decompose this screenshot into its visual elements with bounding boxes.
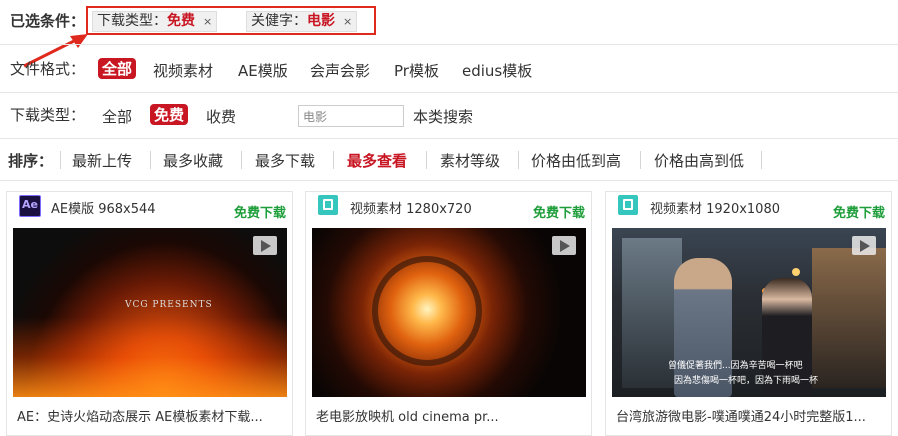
divider <box>0 138 898 139</box>
divider <box>0 44 898 45</box>
play-icon[interactable] <box>253 236 277 255</box>
divider <box>640 151 641 169</box>
chip-key: 关健字： <box>251 13 307 29</box>
format-option-all[interactable]: 全部 <box>98 58 137 79</box>
divider <box>241 151 242 169</box>
thumbnail-caption: VCG PRESENTS <box>125 300 213 310</box>
free-download-link[interactable]: 免费下载 <box>833 202 885 221</box>
material-card[interactable]: Ae AE模版 968x544 免费下载 VCG PRESENTS AE：史诗火… <box>6 191 293 436</box>
sort-most-viewed[interactable]: 最多查看 <box>347 150 407 171</box>
format-option-pr[interactable]: Pr模板 <box>394 60 439 81</box>
card-type-label: AE模版 968x544 <box>51 202 156 217</box>
selected-chips-highlight: 下载类型：免费 × 关健字：电影 × <box>86 6 376 35</box>
material-card[interactable]: 视频素材 1280x720 免费下载 老电影放映机 old cinema pr.… <box>305 191 592 436</box>
divider <box>761 151 762 169</box>
download-option-all[interactable]: 全部 <box>102 106 132 127</box>
chip-remove-icon[interactable]: × <box>203 15 212 28</box>
ae-icon: Ae <box>19 195 41 217</box>
card-thumbnail[interactable] <box>312 228 586 397</box>
sort-most-favorited[interactable]: 最多收藏 <box>163 150 223 171</box>
download-filter-label: 下载类型： <box>10 106 86 124</box>
search-input[interactable] <box>298 105 404 127</box>
material-card[interactable]: 视频素材 1920x1080 免费下载 曾儀促著我們...因為辛苦喝一杯吧 因為… <box>605 191 892 436</box>
video-subtitle: 因為悲傷喝一杯吧，因為下雨喝一杯 <box>674 376 819 386</box>
card-thumbnail[interactable]: VCG PRESENTS <box>13 228 287 397</box>
selected-conditions-row: 已选条件： 下载类型：免费 × 关健字：电影 × <box>0 0 898 44</box>
format-option-vss[interactable]: 会声会影 <box>310 60 370 81</box>
chip-remove-icon[interactable]: × <box>343 15 352 28</box>
chip-key: 下载类型： <box>97 13 167 29</box>
sort-most-downloaded[interactable]: 最多下载 <box>255 150 315 171</box>
divider <box>0 92 898 93</box>
format-option-ae[interactable]: AE模版 <box>238 60 288 81</box>
download-option-free[interactable]: 免费 <box>150 104 189 125</box>
chip-value: 免费 <box>167 13 195 29</box>
chip-value: 电影 <box>307 13 335 29</box>
sort-price-desc[interactable]: 价格由高到低 <box>654 150 744 171</box>
video-icon <box>618 195 638 215</box>
play-icon[interactable] <box>852 236 876 255</box>
free-download-link[interactable]: 免费下载 <box>234 202 286 221</box>
chip-keyword: 关健字：电影 × <box>246 11 358 32</box>
format-option-edius[interactable]: edius模板 <box>462 60 532 81</box>
sort-label: 排序： <box>8 152 54 170</box>
sort-level[interactable]: 素材等级 <box>440 150 500 171</box>
download-option-paid[interactable]: 收费 <box>206 106 236 127</box>
card-type-label: 视频素材 1920x1080 <box>650 202 780 217</box>
divider <box>60 151 61 169</box>
card-type-label: 视频素材 1280x720 <box>350 202 472 217</box>
divider <box>426 151 427 169</box>
divider <box>518 151 519 169</box>
card-title[interactable]: 老电影放映机 old cinema pr... <box>316 406 584 425</box>
divider <box>0 180 898 181</box>
video-subtitle: 曾儀促著我們...因為辛苦喝一杯吧 <box>668 361 803 371</box>
format-option-video[interactable]: 视频素材 <box>153 60 213 81</box>
play-icon[interactable] <box>552 236 576 255</box>
card-title[interactable]: 台湾旅游微电影-噗通噗通24小时完整版1... <box>616 406 884 425</box>
sort-price-asc[interactable]: 价格由低到高 <box>531 150 621 171</box>
sort-newest[interactable]: 最新上传 <box>72 150 132 171</box>
selected-conditions-label: 已选条件： <box>10 12 86 30</box>
divider <box>333 151 334 169</box>
divider <box>150 151 151 169</box>
search-button[interactable]: 本类搜索 <box>413 106 473 127</box>
free-download-link[interactable]: 免费下载 <box>533 202 585 221</box>
video-icon <box>318 195 338 215</box>
format-filter-label: 文件格式： <box>10 60 86 78</box>
chip-download-type: 下载类型：免费 × <box>92 11 218 32</box>
card-title[interactable]: AE：史诗火焰动态展示 AE模板素材下载... <box>17 406 285 425</box>
card-thumbnail[interactable]: 曾儀促著我們...因為辛苦喝一杯吧 因為悲傷喝一杯吧，因為下雨喝一杯 <box>612 228 886 397</box>
